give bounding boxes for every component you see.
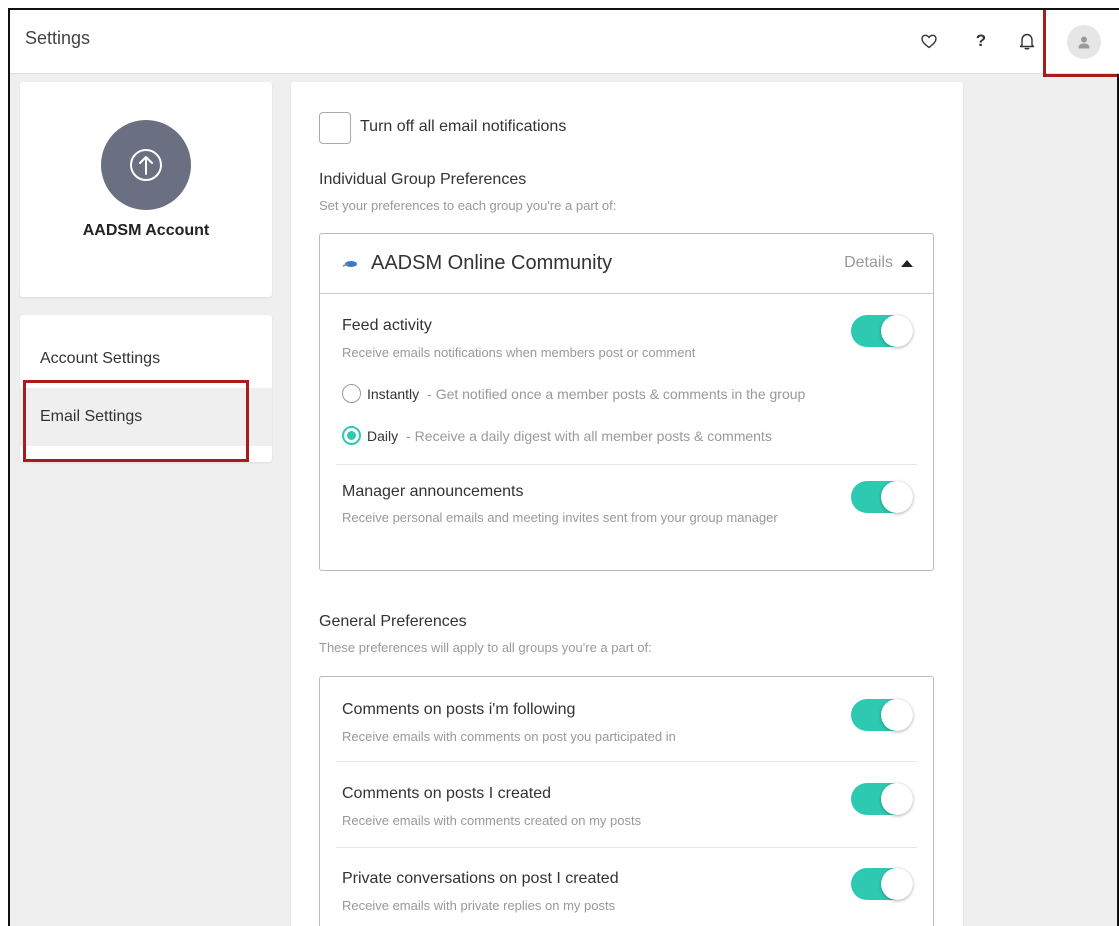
radio-button[interactable] <box>342 384 361 403</box>
group-preferences-box: AADSM Online Community Details Feed acti… <box>319 233 934 571</box>
settings-side-menu: Account Settings Email Settings <box>20 315 272 462</box>
account-name: AADSM Account <box>82 222 210 239</box>
individual-prefs-subtitle: Set your preferences to each group you'r… <box>319 198 617 213</box>
manager-announcements-subtitle: Receive personal emails and meeting invi… <box>342 510 778 525</box>
email-settings-panel: Turn off all email notifications Individ… <box>291 82 963 926</box>
turn-off-all-checkbox[interactable] <box>319 112 351 144</box>
details-toggle[interactable]: Details <box>844 254 913 272</box>
pref-item-subtitle: Receive emails with private replies on m… <box>342 898 616 913</box>
feed-activity-title: Feed activity <box>342 317 432 334</box>
pref-item-title: Comments on posts I created <box>342 785 551 802</box>
feed-activity-subtitle: Receive emails notifications when member… <box>342 345 696 360</box>
comments-following-toggle[interactable] <box>851 699 913 731</box>
top-bar: Settings ? <box>10 10 1119 77</box>
help-icon[interactable]: ? <box>970 30 992 52</box>
comments-created-toggle[interactable] <box>851 783 913 815</box>
upload-avatar-button[interactable] <box>101 120 191 210</box>
divider <box>336 464 917 465</box>
toggle-knob <box>881 699 913 731</box>
radio-instantly-desc: - Get notified once a member posts & com… <box>427 385 806 402</box>
toggle-knob <box>881 783 913 815</box>
general-prefs-title: General Preferences <box>319 613 467 630</box>
email-settings-highlight-box <box>23 380 249 462</box>
divider <box>336 847 917 848</box>
toggle-knob <box>881 868 913 900</box>
details-label: Details <box>844 254 893 271</box>
radio-instantly-label: Instantly <box>367 385 420 402</box>
group-name: AADSM Online Community <box>371 252 613 274</box>
manager-announcements-toggle[interactable] <box>851 481 913 513</box>
group-header: AADSM Online Community Details <box>320 234 933 294</box>
radio-daily[interactable]: Daily - Receive a daily digest with all … <box>342 426 772 445</box>
manager-announcements-title: Manager announcements <box>342 483 524 500</box>
general-preferences-box: Comments on posts i'm following Receive … <box>319 676 934 926</box>
pref-item-subtitle: Receive emails with comments on post you… <box>342 729 676 744</box>
radio-daily-label: Daily <box>367 427 399 444</box>
turn-off-all-label: Turn off all email notifications <box>360 118 567 135</box>
radio-button-selected[interactable] <box>342 426 361 445</box>
heart-icon[interactable] <box>918 30 940 52</box>
caret-up-icon <box>901 259 913 267</box>
feed-activity-toggle[interactable] <box>851 315 913 347</box>
radio-daily-desc: - Receive a daily digest with all member… <box>406 427 772 444</box>
divider <box>336 761 917 762</box>
pref-item-title: Private conversations on post I created <box>342 870 619 887</box>
radio-instantly[interactable]: Instantly - Get notified once a member p… <box>342 384 805 403</box>
bell-icon[interactable] <box>1016 30 1038 52</box>
page-title: Settings <box>25 28 91 48</box>
toggle-knob <box>881 481 913 513</box>
toggle-knob <box>881 315 913 347</box>
general-prefs-subtitle: These preferences will apply to all grou… <box>319 640 652 655</box>
group-logo-icon <box>342 261 357 267</box>
pref-item-title: Comments on posts i'm following <box>342 701 576 718</box>
private-conversations-toggle[interactable] <box>851 868 913 900</box>
individual-prefs-title: Individual Group Preferences <box>319 171 527 188</box>
profile-card: AADSM Account <box>20 82 272 297</box>
upload-icon <box>130 149 162 181</box>
avatar-highlight-box <box>1043 10 1119 77</box>
pref-item-subtitle: Receive emails with comments created on … <box>342 813 642 828</box>
app-frame: Settings ? AADSM Account Account Setting… <box>8 8 1119 926</box>
